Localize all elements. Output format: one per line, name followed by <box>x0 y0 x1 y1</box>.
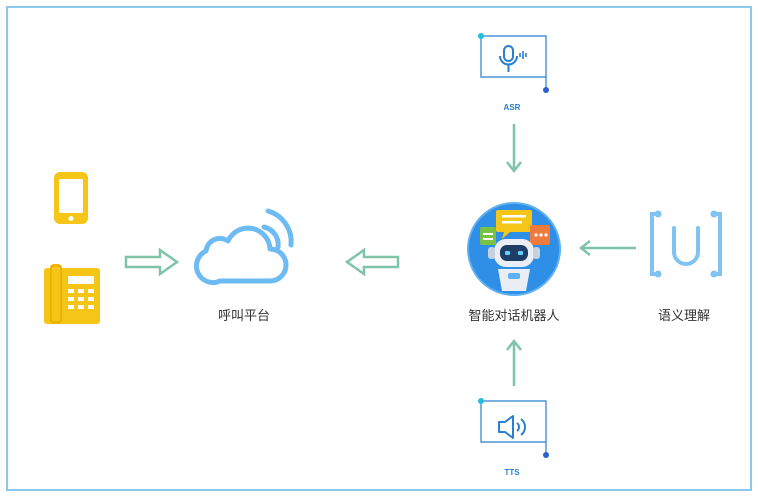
arrow-nlu-to-robot <box>578 238 638 258</box>
smartphone-icon <box>52 170 90 226</box>
u-bracket-icon <box>646 208 726 280</box>
speaker-icon <box>496 413 530 441</box>
tts-label: TTS <box>504 468 520 477</box>
microphone-icon <box>498 44 528 76</box>
robot-label: 智能对话机器人 <box>468 309 560 324</box>
asr-label: ASR <box>503 103 521 112</box>
call-platform-label: 呼叫平台 <box>217 309 271 324</box>
arrow-tts-to-robot <box>504 338 524 388</box>
arrow-robot-to-platform <box>344 248 400 276</box>
robot-icon <box>466 201 562 297</box>
desk-phone-icon <box>44 264 100 324</box>
arrow-devices-to-platform <box>124 248 180 276</box>
arrow-asr-to-robot <box>504 122 524 174</box>
nlu-label: 语义理解 <box>657 309 711 324</box>
cloud-icon <box>192 205 296 287</box>
